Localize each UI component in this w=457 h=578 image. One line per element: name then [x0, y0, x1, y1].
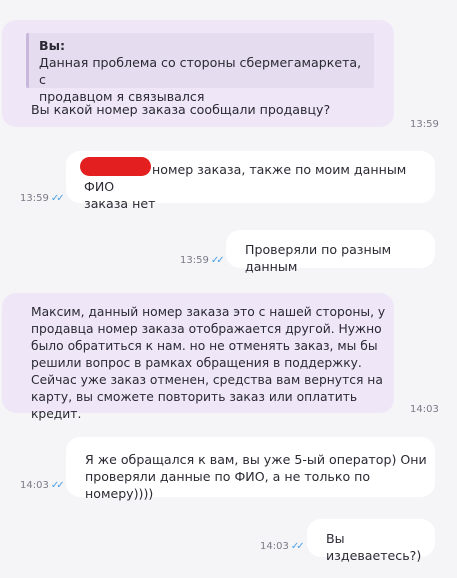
- double-check-icon: ✓✓: [50, 193, 65, 204]
- time-text: 13:59: [20, 193, 49, 204]
- message-bubble-outgoing[interactable]: Я же обращался к вам, вы уже 5-ый операт…: [66, 437, 435, 501]
- message-text: номер заказа, также по моим данным ФИО з…: [84, 162, 407, 211]
- time-text: 14:03: [20, 480, 49, 491]
- time-text: 14:03: [260, 541, 289, 552]
- double-check-icon: ✓✓: [290, 541, 305, 552]
- message-text: Вы какой номер заказа сообщали продавцу?: [31, 102, 331, 117]
- message-bubble-incoming[interactable]: Максим, данный номер заказа это с нашей …: [2, 293, 439, 421]
- message-text: Я же обращался к вам, вы уже 5-ый операт…: [85, 452, 427, 501]
- quote-text: Данная проблема со стороны сбермегамарке…: [39, 55, 362, 104]
- message-time: 14:03 ✓✓: [20, 480, 65, 491]
- message-time: 14:03 ✓✓: [260, 541, 305, 552]
- message-bubble-incoming[interactable]: Вы: Данная проблема со стороны сбермегам…: [2, 20, 439, 130]
- quoted-message[interactable]: Вы: Данная проблема со стороны сбермегам…: [26, 33, 374, 104]
- double-check-icon: ✓✓: [50, 480, 65, 491]
- time-text: 13:59: [180, 255, 209, 266]
- message-time: 13:59 ✓✓: [20, 193, 65, 204]
- message-text: Проверяли по разным данным: [245, 242, 392, 274]
- message-text: Максим, данный номер заказа это с нашей …: [31, 305, 386, 421]
- double-check-icon: ✓✓: [210, 255, 225, 266]
- message-bubble-outgoing[interactable]: номер заказа, также по моим данным ФИО з…: [66, 151, 435, 211]
- quote-author: Вы:: [39, 38, 66, 53]
- message-time: 13:59 ✓✓: [180, 255, 225, 266]
- message-bubble-outgoing[interactable]: Вы издеваетесь?): [307, 519, 435, 563]
- message-text: Вы издеваетесь?): [326, 531, 422, 563]
- message-bubble-outgoing[interactable]: Проверяли по разным данным: [226, 230, 435, 274]
- message-time: 14:03: [410, 404, 439, 415]
- message-time: 13:59: [410, 119, 439, 130]
